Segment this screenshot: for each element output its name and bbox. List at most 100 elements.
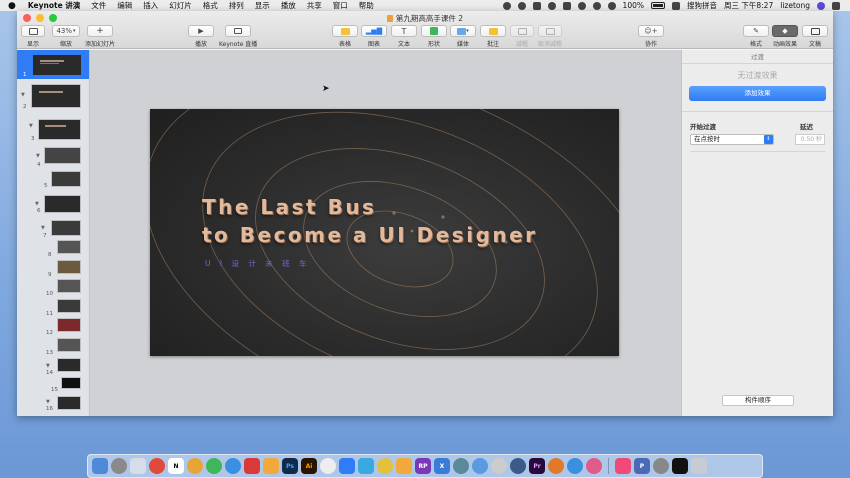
menu-item-play[interactable]: 播放 [281, 0, 296, 11]
browser-icon[interactable] [225, 458, 241, 474]
disclosure-triangle-icon[interactable]: ▼ [41, 225, 45, 231]
sketch-icon[interactable] [263, 458, 279, 474]
status-menu-icon[interactable] [562, 1, 571, 10]
slide-thumbnail[interactable] [51, 220, 81, 236]
notification-center-icon[interactable] [832, 1, 840, 10]
menu-item-view[interactable]: 显示 [255, 0, 270, 11]
slide-thumb-row[interactable]: 12 [17, 318, 89, 336]
disclosure-triangle-icon[interactable]: ▼ [21, 92, 25, 98]
format-button[interactable]: ✎ [743, 25, 769, 37]
slide-thumbnail[interactable] [31, 84, 81, 108]
slide-thumb-row[interactable]: 10 [17, 279, 89, 297]
play-button[interactable]: ▶ [188, 25, 214, 37]
p-app-icon[interactable]: P [634, 458, 650, 474]
toolbar-view[interactable]: 显示 [21, 25, 45, 48]
finder-icon[interactable] [92, 458, 108, 474]
menu-item-format[interactable]: 格式 [203, 0, 218, 11]
paper-app-icon[interactable] [358, 458, 374, 474]
photoshop-icon[interactable]: Ps [282, 458, 298, 474]
toolbar-comment[interactable]: 批注 [480, 25, 506, 48]
menu-clock[interactable]: 周三 下午8:27 [724, 0, 773, 11]
menu-item-window[interactable]: 窗口 [333, 0, 348, 11]
document-button[interactable] [802, 25, 828, 37]
slide-thumb-row[interactable]: ▼ 2 [17, 84, 89, 110]
heart-app-icon[interactable] [244, 458, 260, 474]
remove-button[interactable] [510, 25, 534, 37]
quicktime-icon[interactable] [453, 458, 469, 474]
toolbar-media[interactable]: ▾ 媒体 [450, 25, 476, 48]
toolbar-shape[interactable]: 形状 [421, 25, 447, 48]
keynote-live-button[interactable] [225, 25, 252, 37]
slide-thumb-row[interactable]: 8 [17, 240, 89, 258]
battery-icon[interactable] [651, 2, 665, 9]
toolbar-table[interactable]: 表格 [332, 25, 358, 48]
bluetooth-icon[interactable] [577, 1, 586, 10]
comment-button[interactable] [480, 25, 506, 37]
disclosure-triangle-icon[interactable]: ▼ [35, 201, 39, 207]
toolbar-cancel-remove[interactable]: 取消减粗 [538, 25, 562, 48]
settings-icon[interactable] [653, 458, 669, 474]
toolbar-play[interactable]: ▶ 播放 [188, 25, 214, 48]
toolbar-collaborate[interactable]: ☺+ 协作 [638, 25, 664, 48]
toolbar-format[interactable]: ✎ 格式 [743, 25, 769, 48]
slide-thumbnail[interactable] [57, 299, 81, 313]
wifi-icon[interactable] [592, 1, 601, 10]
slide-thumb-row[interactable]: 13 [17, 338, 89, 356]
disclosure-triangle-icon[interactable]: ▼ [46, 399, 50, 405]
toolbar-add-slide[interactable]: + 添加幻灯片 [85, 25, 115, 48]
input-method-label[interactable]: 搜狗拼音 [687, 0, 717, 11]
disclosure-triangle-icon[interactable]: ▼ [29, 123, 33, 129]
toolbar-zoom[interactable]: 43% ▾ 缩放 [52, 25, 80, 48]
status-record-icon[interactable] [547, 1, 556, 10]
slide-thumb-row[interactable]: ▼ 14 [17, 358, 89, 376]
cancel-remove-button[interactable] [538, 25, 562, 37]
slide-thumbnail[interactable] [57, 358, 81, 372]
menu-item-share[interactable]: 共享 [307, 0, 322, 11]
mindnode-icon[interactable] [377, 458, 393, 474]
slide-title-line2[interactable]: to Become a UI Designer [202, 223, 538, 247]
safari-icon[interactable] [567, 458, 583, 474]
slack-icon[interactable] [491, 458, 507, 474]
flag-app-icon[interactable] [396, 458, 412, 474]
slide-thumbnail[interactable] [57, 279, 81, 293]
slide-thumb-row[interactable]: ▼ 7 [17, 220, 89, 239]
menu-user[interactable]: lizetong [780, 1, 810, 10]
animate-button[interactable]: ◆ [772, 25, 798, 37]
axure-icon[interactable]: RP [415, 458, 431, 474]
disclosure-triangle-icon[interactable]: ▼ [36, 153, 40, 159]
volume-icon[interactable] [607, 1, 616, 10]
slide-thumbnail[interactable] [61, 377, 81, 389]
input-method-icon[interactable] [672, 1, 680, 10]
slide-thumb-row[interactable]: 1 [17, 50, 89, 78]
slide-thumb-row[interactable]: 9 [17, 260, 89, 278]
slide-thumbnail[interactable] [57, 338, 81, 352]
siri-icon[interactable] [817, 1, 825, 10]
firefox-icon[interactable] [548, 458, 564, 474]
toolbar-keynote-live[interactable]: Keynote 直播 [219, 25, 257, 48]
menu-item-arrange[interactable]: 排列 [229, 0, 244, 11]
cloud-app-icon[interactable] [472, 458, 488, 474]
screenflow-icon[interactable] [586, 458, 602, 474]
cinema4d-icon[interactable] [510, 458, 526, 474]
app-blue-icon[interactable] [339, 458, 355, 474]
menu-app-name[interactable]: Keynote 讲演 [28, 0, 80, 11]
slide-canvas[interactable]: ➤ The Last Bus to Become a UI Designer U… [90, 50, 681, 416]
collaborate-button[interactable]: ☺+ [638, 25, 664, 37]
menu-item-insert[interactable]: 插入 [143, 0, 158, 11]
slide-thumb-row[interactable]: ▼ 16 [17, 395, 89, 413]
slide-thumbnail[interactable] [57, 240, 81, 254]
menu-item-slide[interactable]: 幻灯片 [169, 0, 192, 11]
slide-title-line1[interactable]: The Last Bus [202, 195, 376, 219]
delay-stepper[interactable]: 0.50 秒 [795, 134, 825, 145]
apple-menu-icon[interactable]: ● [8, 1, 16, 11]
xmind-icon[interactable]: X [434, 458, 450, 474]
menu-item-file[interactable]: 文件 [91, 0, 106, 11]
current-slide[interactable]: The Last Bus to Become a UI Designer U I… [150, 109, 619, 356]
preview-icon[interactable] [130, 458, 146, 474]
zoom-select[interactable]: 43% ▾ [52, 25, 80, 37]
premiere-icon[interactable]: Pr [529, 458, 545, 474]
slide-thumbnail[interactable] [57, 318, 81, 332]
toolbar-document[interactable]: 文稿 [802, 25, 828, 48]
slide-thumbnail[interactable] [51, 171, 81, 187]
slide-thumb-row[interactable]: 15 [17, 377, 89, 395]
